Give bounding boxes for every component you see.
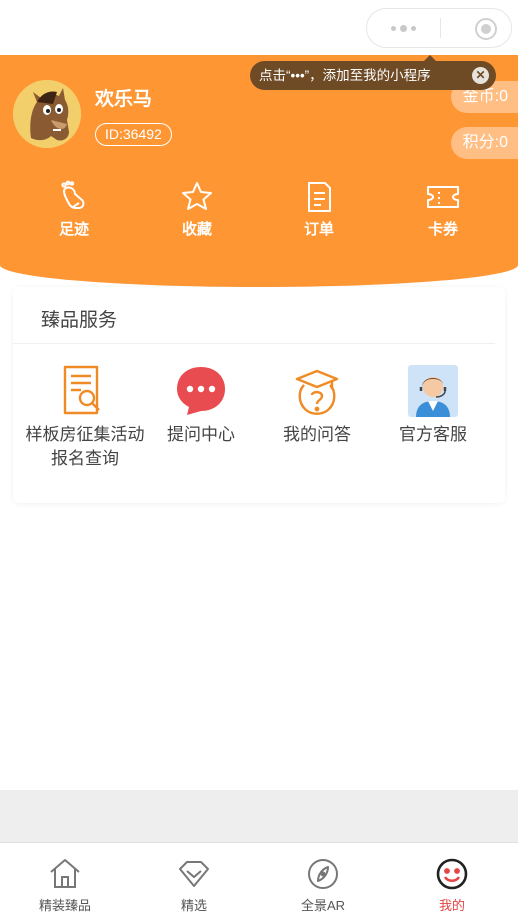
- service-my-answers[interactable]: 我的问答: [257, 357, 377, 447]
- quick-action-coupons[interactable]: 卡券: [403, 180, 483, 239]
- tab-label: 我的: [438, 898, 465, 913]
- app-root: 欢乐马 ID:36492 金币:0 积分:0 点击“•••”，添加至我的小程序 …: [0, 0, 518, 920]
- quick-action-label: 卡券: [427, 221, 458, 238]
- top-navbar: [0, 0, 518, 55]
- coupon-icon: [427, 186, 459, 208]
- quick-action-label: 收藏: [181, 221, 212, 238]
- service-label: 官方客服: [399, 425, 467, 444]
- user-name: 欢乐马: [95, 89, 153, 110]
- section-title: 臻品服务: [41, 310, 118, 331]
- user-id-badge: ID:36492: [95, 123, 172, 146]
- document-search-icon: [63, 365, 100, 415]
- bottom-tabbar: 精装臻品 精选 全景AR 我的: [0, 842, 518, 920]
- add-to-my-miniprogram-tip: 点击“•••”，添加至我的小程序 ✕: [250, 55, 496, 90]
- quick-action-footprint[interactable]: 足迹: [34, 180, 114, 239]
- smile-face-icon: [436, 858, 468, 890]
- service-official-support[interactable]: 官方客服: [373, 357, 493, 447]
- graduation-question-icon: [295, 369, 339, 415]
- tip-text: 点击“•••”，添加至我的小程序: [259, 68, 431, 83]
- star-icon: [182, 182, 212, 210]
- quick-action-label: 足迹: [58, 221, 89, 238]
- tab-label: 全景AR: [300, 898, 346, 913]
- diamond-icon: [179, 861, 209, 887]
- service-question-center[interactable]: 提问中心: [141, 357, 261, 447]
- tip-close-icon[interactable]: ✕: [472, 67, 489, 84]
- chat-bubble-icon: [177, 367, 225, 415]
- service-label: 提问中心: [167, 425, 235, 444]
- customer-service-icon: [408, 365, 458, 417]
- capsule-divider: [440, 18, 441, 38]
- premium-services-card: 臻品服务 样板房征集活动报名查询 提问中心 我的问答 官方客服: [13, 287, 505, 503]
- content-bottom-band: [0, 790, 518, 842]
- service-label: 我的问答: [283, 425, 351, 444]
- compass-icon: [308, 859, 338, 889]
- footprint-icon: [61, 180, 85, 209]
- tab-featured[interactable]: 精选: [139, 857, 249, 914]
- tab-mine[interactable]: 我的: [397, 857, 507, 914]
- tab-home[interactable]: 精装臻品: [10, 857, 120, 914]
- more-dots-icon[interactable]: [367, 24, 440, 32]
- tab-panorama-ar[interactable]: 全景AR: [268, 857, 378, 914]
- mini-program-capsule: [366, 8, 512, 48]
- points-badge[interactable]: 积分:0: [450, 127, 518, 159]
- order-icon: [308, 182, 331, 212]
- tab-label: 精装臻品: [38, 898, 91, 913]
- home-icon: [50, 859, 80, 888]
- quick-action-favorites[interactable]: 收藏: [157, 180, 237, 239]
- quick-action-label: 订单: [303, 221, 334, 238]
- target-close-icon[interactable]: [475, 18, 497, 40]
- service-label: 样板房征集活动报名查询: [25, 425, 145, 468]
- horse-avatar[interactable]: [13, 80, 81, 148]
- service-sample-room-signup[interactable]: 样板房征集活动报名查询: [25, 357, 145, 471]
- tab-label: 精选: [180, 898, 207, 913]
- section-divider: [13, 343, 495, 344]
- quick-action-orders[interactable]: 订单: [279, 180, 359, 239]
